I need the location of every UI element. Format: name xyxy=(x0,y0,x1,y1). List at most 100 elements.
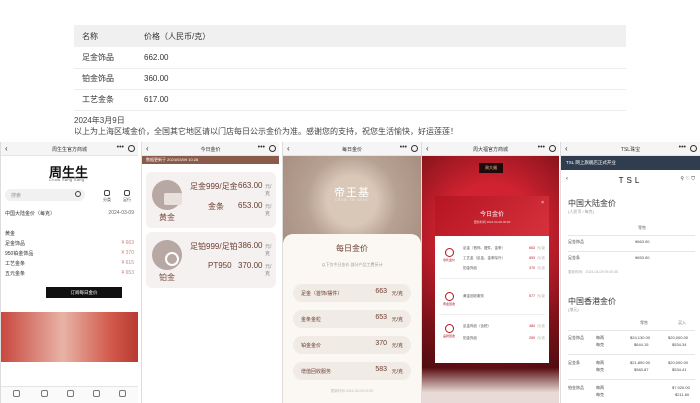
recycle-icon xyxy=(444,292,454,301)
price-value: 663 xyxy=(375,288,387,295)
close-icon[interactable]: × xyxy=(541,200,544,206)
list-item-value: ¥ 370 xyxy=(121,250,134,256)
price-unit: 元/克 xyxy=(537,256,545,260)
search-input[interactable]: 搜索 xyxy=(5,189,85,201)
retail-icon xyxy=(444,248,454,257)
price-name: 增值回收服务 xyxy=(301,369,332,375)
price-heading: 中国大陆金价（每克） 2024-03-09 xyxy=(5,210,134,217)
cn-price-subtitle: (人民币 / 每克) xyxy=(568,209,594,214)
date-line: 2024年3月9日 xyxy=(74,116,125,125)
price-unit: 元/克 xyxy=(265,244,272,257)
price-value: 653.00 xyxy=(238,201,263,210)
table-cell: 每克 xyxy=(596,367,604,372)
column-header: 买入 xyxy=(678,320,686,325)
update-time: 更新时间 2024-03-09 09:30 xyxy=(330,389,374,393)
table-cell: 每克 xyxy=(596,392,604,397)
modal-title: 今日金价 xyxy=(479,212,504,218)
close-icon[interactable] xyxy=(269,145,276,152)
list-item-value: ¥ 663 xyxy=(121,240,134,246)
table-cell: 617.00 xyxy=(136,89,626,111)
more-icon[interactable]: ••• xyxy=(538,144,545,151)
brand-logo: TSL xyxy=(618,176,643,185)
table-cell: 足金条 xyxy=(568,255,580,260)
cn-update-time: 更新时间：2024-03-09 09:30:35 xyxy=(568,270,618,274)
profile-tab-icon[interactable] xyxy=(119,390,126,397)
table-cell: 足金饰品 xyxy=(568,239,584,244)
section-label: 零售金价 xyxy=(442,258,455,262)
modal-subtitle: 更新时间 2024-03-09 09:00 xyxy=(473,220,511,224)
list-item: 足金饰品（含税） 484 元/克 xyxy=(463,324,545,329)
table-cell: 足金饰品 xyxy=(568,335,584,340)
more-icon[interactable]: ••• xyxy=(117,144,124,151)
divider xyxy=(568,235,695,236)
column-header: 名称 xyxy=(74,25,136,47)
promo-banner-image[interactable] xyxy=(1,312,138,362)
table-cell: 足金饰品 xyxy=(74,47,136,69)
discover-tab-icon[interactable] xyxy=(67,390,74,397)
home-tab-icon[interactable] xyxy=(13,390,20,397)
list-item-value: ¥ 653 xyxy=(121,270,134,276)
cn-price-title: 中国大陆金价 xyxy=(568,199,616,208)
category-tab-icon[interactable] xyxy=(41,390,48,397)
price-value: 577 xyxy=(529,294,535,298)
more-icon[interactable]: ••• xyxy=(679,144,686,151)
footprint-button[interactable]: 足行 xyxy=(119,190,135,203)
price-name: 足金（首饰/摆件） xyxy=(301,291,343,297)
festive-bottom-image xyxy=(422,368,559,403)
price-heading-text: 中国大陆金价（每克） xyxy=(5,211,56,217)
close-icon[interactable] xyxy=(690,145,697,152)
list-item: 足金饰品 ¥ 663 xyxy=(5,240,134,247)
price-name: 金条金粒 xyxy=(301,317,322,323)
table-cell: $20,000.00 xyxy=(668,335,689,340)
price-value: 583 xyxy=(375,366,387,373)
table-cell: $534.34 xyxy=(672,342,687,347)
price-unit: 元/克 xyxy=(265,184,272,197)
sheet-note: 以下为今日金价 部分产品工费另计 xyxy=(321,262,383,267)
price-name: 铂金饰品 xyxy=(463,336,477,340)
brand-recycle-icon xyxy=(444,324,454,333)
list-item-name: 足金饰品 xyxy=(5,241,26,247)
price-unit: 元/克 xyxy=(265,204,272,217)
list-item: 金条金粒 653 元/克 xyxy=(293,310,411,328)
phone-screen-chow-tai-fook: ‹ 周大福官方商城 ••• 周大福 今日金价 更新时间 2024-03-09 0… xyxy=(421,142,559,403)
table-cell: 662.00 xyxy=(136,47,626,69)
table-header-row: 名称 价格（人民币/克） xyxy=(74,25,626,47)
price-value: 484 xyxy=(529,324,535,328)
update-strip: 数据更新于 2024/03/09 10:28 xyxy=(142,156,279,164)
platinum-badge xyxy=(152,240,182,270)
table-cell: $7,920.00 xyxy=(672,385,690,390)
cart-tab-icon[interactable] xyxy=(93,390,100,397)
app-top-bar: ‹ 每日金价 ••• xyxy=(283,142,421,156)
list-item-name: 黄金 xyxy=(5,231,16,237)
table-cell: 每两 xyxy=(596,335,604,340)
section-retail: 零售金价 xyxy=(439,248,459,262)
price-value: 653 xyxy=(375,314,387,321)
more-icon[interactable]: ••• xyxy=(400,144,407,151)
table-cell: $534.41 xyxy=(672,367,687,372)
header-icons[interactable]: ⚲ ♡ ⛉ xyxy=(680,176,695,182)
price-name: PT950 xyxy=(208,261,232,270)
list-item: 足金（首饰/摆件） 663 元/克 xyxy=(293,284,411,302)
list-item-name: 工艺金条 xyxy=(5,261,26,267)
category-button[interactable]: 分类 xyxy=(99,190,115,203)
brand-logo: 周大福 xyxy=(479,163,503,173)
close-icon[interactable] xyxy=(549,145,556,152)
close-icon[interactable] xyxy=(411,145,418,152)
announcement-bar[interactable]: TSL 网上旗舰店正式开业 xyxy=(561,156,700,170)
search-icon[interactable] xyxy=(75,191,81,197)
divider xyxy=(439,314,545,315)
subscribe-button[interactable]: 订阅每日金价 xyxy=(46,287,122,298)
price-name: 足金999/足金 xyxy=(190,182,238,191)
gold-badge xyxy=(152,180,182,210)
gold-bar-icon xyxy=(164,193,182,205)
list-item: 黄金回收服务 577 元/克 xyxy=(463,294,545,299)
table-row: 足金饰品 662.00 xyxy=(74,47,626,69)
list-item: 铂金饰品 370 元/克 xyxy=(463,266,545,271)
table-cell: 铂金饰品 xyxy=(568,385,584,390)
section-label: 品牌回收 xyxy=(442,334,455,338)
close-icon[interactable] xyxy=(128,145,135,152)
price-value: 370 xyxy=(529,266,535,270)
table-cell: $21,890.00 xyxy=(630,360,651,365)
footprint-label: 足行 xyxy=(123,197,131,202)
more-icon[interactable]: ••• xyxy=(258,144,265,151)
